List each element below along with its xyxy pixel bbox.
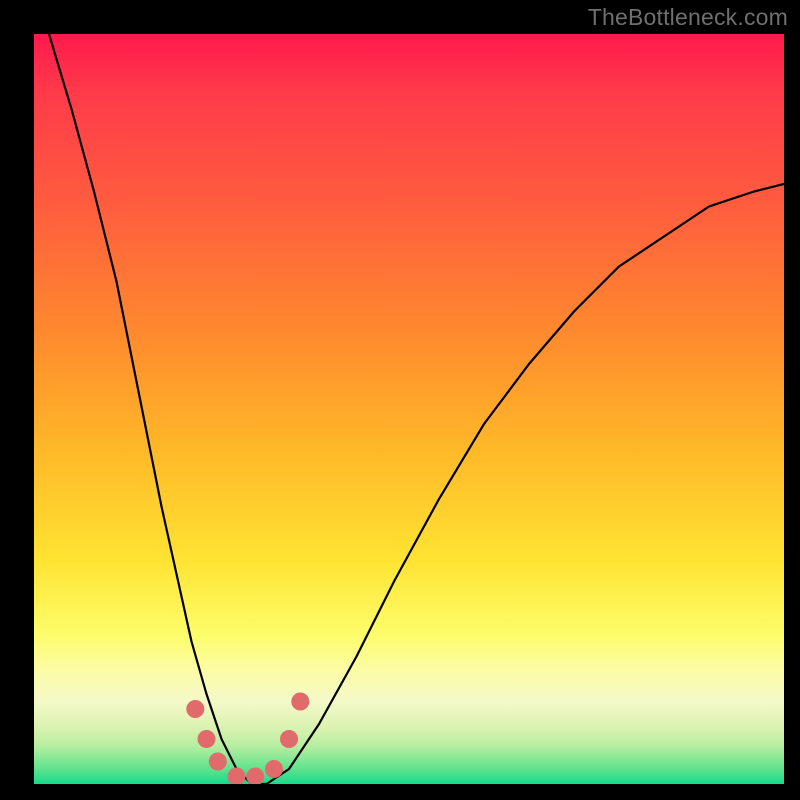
plot-area [34,34,784,784]
chart-frame: TheBottleneck.com [0,0,800,800]
highlight-bead [265,760,283,778]
highlight-bead [291,693,309,711]
curve-line [49,34,784,784]
highlight-beads [186,693,309,785]
bottleneck-curve [34,34,784,784]
highlight-bead [198,730,216,748]
highlight-bead [246,768,264,785]
watermark-text: TheBottleneck.com [588,4,788,31]
highlight-bead [280,730,298,748]
highlight-bead [228,768,246,785]
highlight-bead [209,753,227,771]
highlight-bead [186,700,204,718]
